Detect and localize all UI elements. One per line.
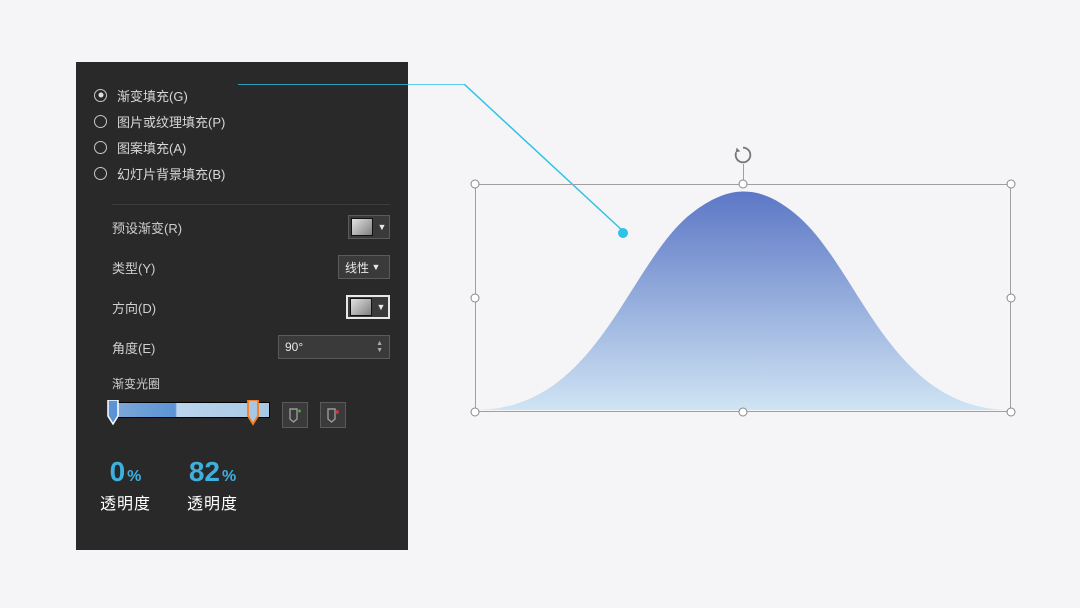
gradient-direction-row: 方向(D) ▼ (112, 295, 390, 319)
chevron-down-icon: ▼ (369, 256, 383, 278)
gradient-settings: 预设渐变(R) ▼ 类型(Y) 线性 ▼ 方向(D) ▼ 角度(E) 90° (76, 205, 408, 359)
radio-pattern-fill[interactable]: 图案填充(A) (94, 134, 408, 160)
fill-type-radio-group: 渐变填充(G) 图片或纹理填充(P) 图案填充(A) 幻灯片背景填充(B) (76, 80, 408, 198)
left-value: 0 (110, 456, 126, 487)
radio-label: 渐变填充(G) (117, 86, 188, 105)
gradient-stops-bar[interactable] (112, 402, 270, 436)
gradient-type-value: 线性 (345, 259, 369, 276)
chevron-down-icon: ▼ (375, 216, 389, 238)
direction-swatch-icon (350, 298, 372, 316)
resize-handle[interactable] (471, 180, 480, 189)
preset-gradient-dropdown[interactable]: ▼ (348, 215, 390, 239)
resize-handle[interactable] (471, 408, 480, 417)
resize-handle[interactable] (1007, 180, 1016, 189)
radio-dot-icon (94, 115, 107, 128)
resize-handle[interactable] (739, 408, 748, 417)
left-label: 透明度 (100, 490, 151, 514)
radio-slide-background-fill[interactable]: 幻灯片背景填充(B) (94, 160, 408, 186)
gradient-direction-dropdown[interactable]: ▼ (346, 295, 390, 319)
radio-label: 图片或纹理填充(P) (117, 112, 225, 131)
radio-dot-icon (94, 141, 107, 154)
gradient-type-dropdown[interactable]: 线性 ▼ (338, 255, 390, 279)
gradient-angle-row: 角度(E) 90° ▲▼ (112, 335, 390, 359)
gradient-stop-left[interactable] (107, 400, 119, 422)
resize-handle[interactable] (471, 294, 480, 303)
resize-handle[interactable] (739, 180, 748, 189)
radio-gradient-fill[interactable]: 渐变填充(G) (94, 82, 408, 108)
preset-gradient-label: 预设渐变(R) (112, 218, 182, 237)
right-stop-annotation: 82% 透明度 (187, 456, 238, 514)
format-shape-panel: 渐变填充(G) 图片或纹理填充(P) 图案填充(A) 幻灯片背景填充(B) 预设… (76, 62, 408, 550)
gradient-swatch-icon (351, 218, 373, 236)
radio-dot-icon (94, 89, 107, 102)
left-stop-annotation: 0% 透明度 (100, 456, 151, 514)
radio-dot-icon (94, 167, 107, 180)
transparency-annotations: 0% 透明度 82% 透明度 (76, 436, 408, 514)
spinner-arrows-icon[interactable]: ▲▼ (376, 340, 383, 354)
right-label: 透明度 (187, 490, 238, 514)
gradient-direction-label: 方向(D) (112, 298, 156, 317)
remove-gradient-stop-button[interactable] (320, 402, 346, 428)
gradient-stops-section: 渐变光圈 (76, 375, 408, 436)
add-gradient-stop-button[interactable] (282, 402, 308, 428)
radio-label: 幻灯片背景填充(B) (117, 164, 225, 183)
gradient-stops-label: 渐变光圈 (112, 375, 390, 392)
gradient-type-row: 类型(Y) 线性 ▼ (112, 255, 390, 279)
radio-picture-texture-fill[interactable]: 图片或纹理填充(P) (94, 108, 408, 134)
slide-canvas-shape[interactable] (475, 184, 1011, 412)
percent-icon: % (222, 468, 236, 485)
gradient-stop-right[interactable] (247, 400, 259, 422)
selection-bounding-box (475, 184, 1011, 412)
right-value: 82 (189, 456, 220, 487)
gradient-angle-value: 90° (285, 340, 303, 354)
resize-handle[interactable] (1007, 408, 1016, 417)
resize-handle[interactable] (1007, 294, 1016, 303)
preset-gradient-row: 预设渐变(R) ▼ (112, 215, 390, 239)
rotate-handle[interactable] (732, 144, 754, 166)
chevron-down-icon: ▼ (374, 296, 388, 318)
radio-label: 图案填充(A) (117, 138, 186, 157)
gradient-angle-label: 角度(E) (112, 338, 155, 357)
gradient-angle-input[interactable]: 90° ▲▼ (278, 335, 390, 359)
gradient-type-label: 类型(Y) (112, 258, 155, 277)
percent-icon: % (127, 468, 141, 485)
